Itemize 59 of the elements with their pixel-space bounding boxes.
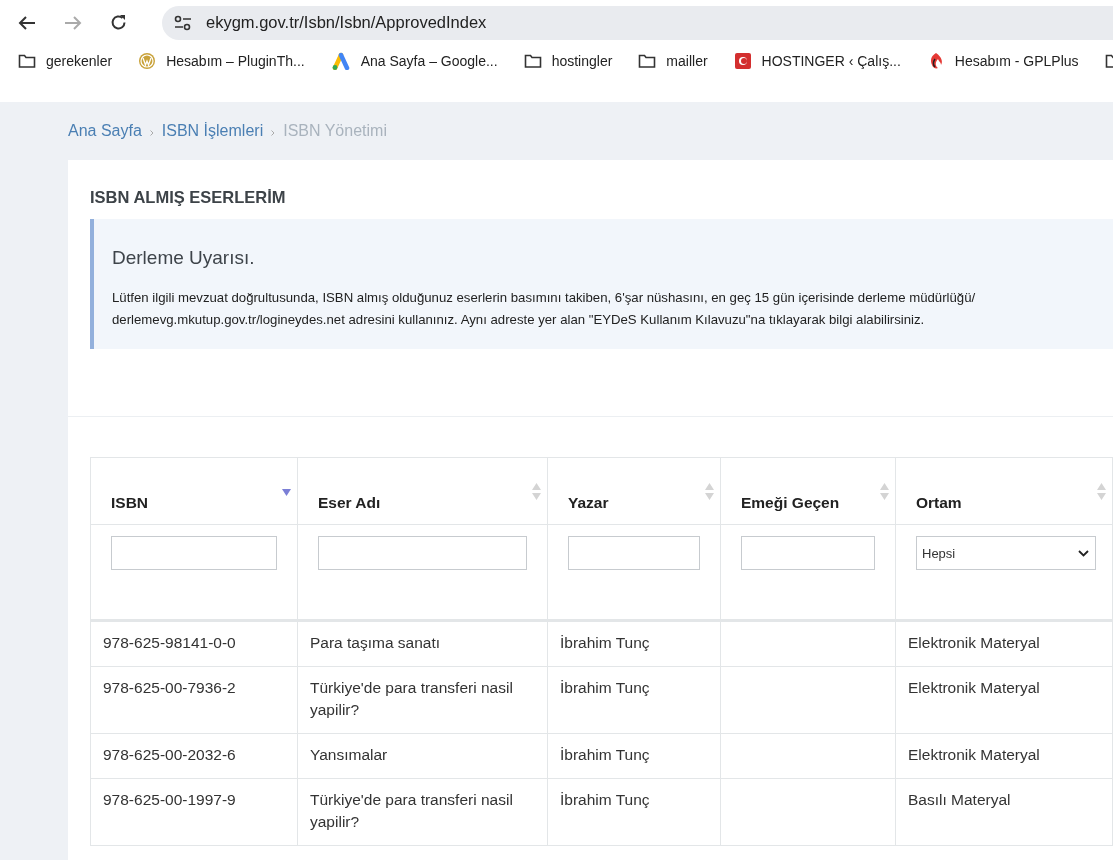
table-cell: 978-625-98141-0-0 [90, 620, 298, 667]
table-cell: 978-625-00-2032-6 [90, 733, 298, 779]
bookmark-item[interactable]: mailler [638, 53, 708, 69]
filter-field[interactable] [111, 536, 277, 570]
reload-icon [110, 14, 127, 31]
sort-icon[interactable] [880, 483, 889, 500]
table-cell: 978-625-00-1997-9 [90, 778, 298, 846]
filter-field[interactable] [741, 536, 875, 570]
page-title: ISBN ALMIŞ ESERLERİM [90, 188, 287, 207]
table-cell: İbrahim Tunç [547, 666, 721, 734]
table-cell: Elektronik Materyal [895, 620, 1113, 667]
alert-text: Lütfen ilgili mevzuat doğrultusunda, ISBN almış olduğunuz eserlerin basımını takiben, 6'şar nüshasını, en geç 15 gün içerisinde derleme müdürlüğü/ derlemevg.mkutup.gov.tr/logineydes.net adresini kullanınız. Aynı adreste yer alan "EYDeS Kullanım Kılavuzu"na tıklayarak bilgi alabilirsiniz. [112, 289, 977, 329]
column-header[interactable]: Eser Adı [297, 457, 548, 525]
table-cell: Elektronik Materyal [895, 733, 1113, 779]
breadcrumb-current: ISBN Yönetimi [283, 122, 387, 140]
sort-icon[interactable] [532, 483, 541, 500]
chevron-right-icon [149, 129, 154, 136]
site-settings-icon [174, 14, 192, 31]
wordpress-logo-icon [138, 52, 157, 70]
column-header[interactable]: Ortam [895, 457, 1113, 525]
table-cell: Elektronik Materyal [895, 666, 1113, 734]
table-cell: İbrahim Tunç [547, 620, 721, 667]
url-text: ekygm.gov.tr/Isbn/Isbn/ApprovedIndex [206, 13, 487, 32]
folder-icon [18, 53, 36, 69]
chevron-right-icon [271, 129, 276, 136]
table-cell: İbrahim Tunç [547, 778, 721, 846]
breadcrumb-link[interactable]: ISBN İşlemleri [161, 122, 264, 140]
column-header[interactable]: ISBN [90, 457, 298, 525]
sort-descending-icon[interactable] [282, 489, 291, 496]
column-header[interactable]: Emeği Geçen [720, 457, 896, 525]
alert-title: Derleme Uyarısı. [112, 247, 256, 269]
bookmark-item[interactable]: Hesabım – PluginTh... [138, 52, 305, 70]
table-cell: Yansımalar [297, 733, 548, 779]
column-header[interactable]: Yazar [547, 457, 721, 525]
table-cell: Türkiye'de para transferi nasil yapilir? [297, 666, 548, 734]
table-cell: İbrahim Tunç [547, 733, 721, 779]
address-bar[interactable]: ekygm.gov.tr/Isbn/Isbn/ApprovedIndex [162, 5, 1113, 40]
sort-icon[interactable] [705, 483, 714, 500]
bookmark-item[interactable]: HOSTINGER ‹ Çalış... [733, 52, 901, 70]
table-cell: Para taşıma sanatı [297, 620, 548, 667]
table-cell: 978-625-00-7936-2 [90, 666, 298, 734]
forward-arrow-icon [64, 14, 82, 31]
folder-icon [523, 53, 542, 69]
sort-icon[interactable] [1097, 483, 1106, 500]
table-cell: Türkiye'de para transferi nasil yapilir? [297, 778, 548, 846]
back-arrow-icon [18, 14, 36, 31]
square-logo-icon [733, 52, 752, 70]
filter-field[interactable] [318, 536, 527, 570]
table-cell: Basılı Materyal [895, 778, 1113, 846]
chevron-down-icon [1078, 549, 1089, 557]
bookmark-item[interactable]: hostingler [523, 53, 613, 69]
google-ads-logo-icon [330, 52, 351, 70]
bookmark-item[interactable]: Hesabım - GPLPlus [926, 52, 1079, 70]
filter-field[interactable] [568, 536, 700, 570]
bookmark-item[interactable]: gerekenler [18, 53, 113, 69]
filter-dropdown[interactable]: Hepsi [916, 536, 1096, 570]
breadcrumb-link[interactable]: Ana Sayfa [68, 122, 142, 140]
bookmark-item[interactable]: Ana Sayfa – Google... [330, 52, 498, 70]
folder-icon [638, 53, 657, 69]
